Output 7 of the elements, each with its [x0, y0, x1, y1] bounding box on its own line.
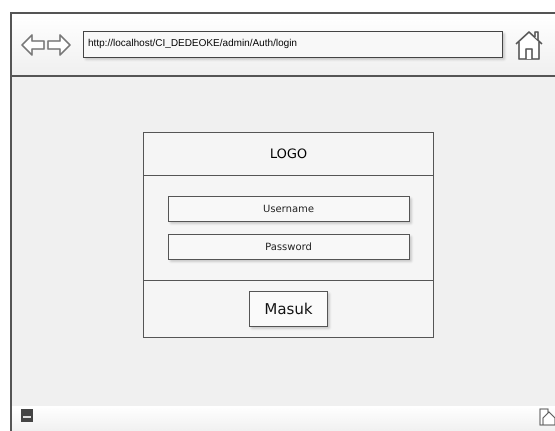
back-forward-arrows-icon[interactable]	[20, 32, 72, 58]
page-icon	[20, 408, 34, 424]
password-field[interactable]: Password	[168, 234, 410, 260]
address-bar[interactable]: http://localhost/CI_DEDEOKE/admin/Auth/login	[83, 31, 503, 58]
username-field[interactable]: Username	[168, 196, 410, 222]
logo-text: LOGO	[270, 146, 308, 162]
login-button[interactable]: Masuk	[249, 291, 328, 327]
